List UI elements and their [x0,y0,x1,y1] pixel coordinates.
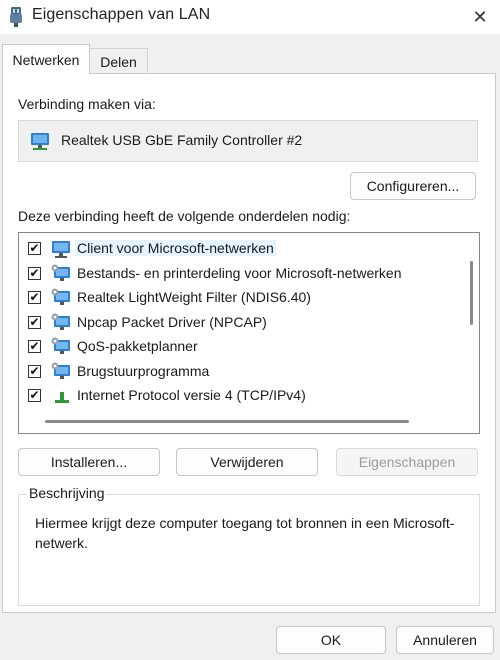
network-client-icon [51,239,73,259]
cancel-button[interactable]: Annuleren [396,626,494,654]
description-legend: Beschrijving [27,485,107,501]
components-list[interactable]: ✔ Client voor Microsoft-netwerken ✔ Bestand… [18,232,480,434]
component-checkbox[interactable]: ✔ [28,364,41,378]
component-label: Brugstuurprogramma [77,362,210,379]
component-label: QoS-pakketplanner [77,338,198,354]
configure-button[interactable]: Configureren... [350,172,476,200]
ok-button[interactable]: OK [276,626,386,654]
title-bar: Eigenschappen van LAN ✕ [0,0,500,34]
install-button[interactable]: Installeren... [18,448,160,476]
network-service-icon [51,264,73,284]
horizontal-scrollbar[interactable] [45,420,409,423]
network-adapter-icon [8,6,24,28]
component-label: Internet Protocol versie 4 (TCP/IPv4) [77,387,306,403]
properties-button: Eigenschappen [336,448,478,476]
adapter-name: Realtek USB GbE Family Controller #2 [61,132,303,148]
description-text: Hiermee krijgt deze computer toegang tot… [35,515,455,551]
network-service-icon [51,313,73,333]
window-title: Eigenschappen van LAN [32,6,211,23]
list-item[interactable]: ✔ Internet Protocol versie 4 (TCP/IPv4) [19,384,459,408]
network-service-icon [51,362,73,382]
network-service-icon [51,288,73,308]
remove-button[interactable]: Verwijderen [176,448,318,476]
tab-delen[interactable]: Delen [90,48,148,74]
list-item[interactable]: ✔ Brugstuurprogramma [19,360,459,384]
description-group: Beschrijving Hiermee krijgt deze compute… [18,485,480,606]
network-adapter-icon [29,131,51,153]
component-label: Realtek LightWeight Filter (NDIS6.40) [77,289,311,305]
network-protocol-icon [51,386,73,406]
component-label: Client voor Microsoft-netwerken [75,240,276,256]
connect-via-label: Verbinding maken via: [18,96,156,112]
adapter-field: Realtek USB GbE Family Controller #2 [18,120,478,162]
list-item[interactable]: ✔ Client voor Microsoft-netwerken [19,237,459,261]
component-checkbox[interactable]: ✔ [28,291,41,304]
list-item[interactable]: ✔ Bestands- en printerdeling voor Microso… [19,262,459,286]
components-label: Deze verbinding heeft de volgende onderd… [18,208,351,224]
component-checkbox[interactable]: ✔ [28,315,41,329]
component-checkbox[interactable]: ✔ [28,340,41,353]
component-checkbox[interactable]: ✔ [28,266,41,280]
network-service-icon [51,337,73,357]
vertical-scrollbar[interactable] [470,261,473,325]
list-item[interactable]: ✔ Npcap Packet Driver (NPCAP) [19,311,459,335]
tab-netwerken[interactable]: Netwerken [2,44,90,74]
list-item[interactable]: ✔ Realtek LightWeight Filter (NDIS6.40) [19,286,459,310]
component-label: Bestands- en printerdeling voor Microsof… [77,264,402,281]
component-checkbox[interactable]: ✔ [28,242,41,255]
component-label: Npcap Packet Driver (NPCAP) [77,313,267,330]
component-checkbox[interactable]: ✔ [28,389,41,402]
list-item[interactable]: ✔ QoS-pakketplanner [19,335,459,359]
close-button[interactable]: ✕ [460,0,500,34]
